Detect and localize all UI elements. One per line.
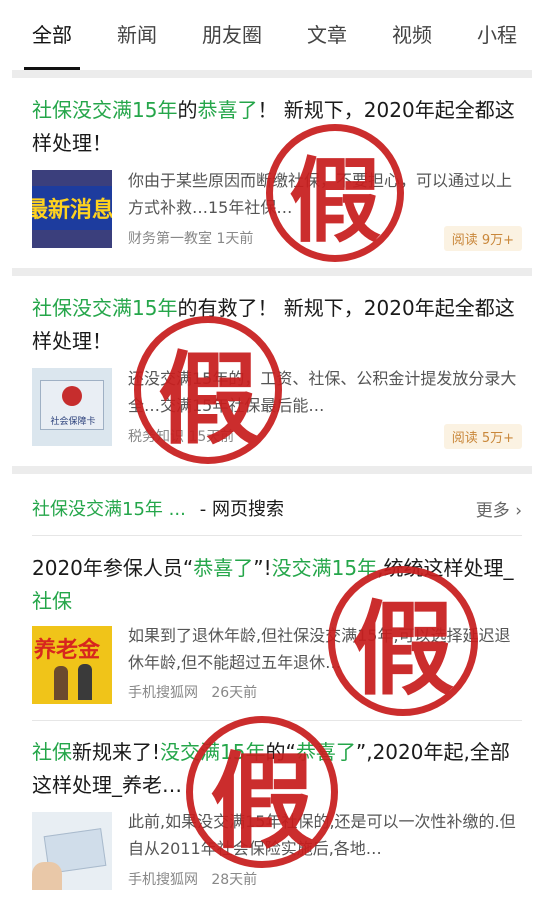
thumbnail-text: 养老金 bbox=[34, 638, 101, 663]
title-text: 新规来了! bbox=[72, 740, 161, 764]
source-name: 手机搜狐网 bbox=[128, 872, 198, 888]
highlighted-keyword: 社保没交满15年 bbox=[32, 98, 178, 122]
more-link[interactable]: 更多 › bbox=[476, 496, 522, 521]
tab-bar: 全部 新闻 朋友圈 文章 视频 小程 bbox=[0, 0, 550, 70]
read-count-badge: 阅读 9万+ bbox=[443, 226, 522, 251]
highlighted-keyword: 社保 bbox=[32, 589, 72, 613]
section-gap bbox=[12, 466, 532, 474]
source-name: 财务第一教室 bbox=[128, 231, 212, 247]
hand-image bbox=[32, 862, 62, 890]
article-source: 财务第一教室 1天前 bbox=[128, 228, 253, 248]
article-title[interactable]: 社保没交满15年的有救了！ 新规下，2020年起全都这样处理！ bbox=[32, 292, 522, 358]
fake-stamp: 假 bbox=[266, 124, 404, 262]
search-source-label: - 网页搜索 bbox=[199, 499, 285, 520]
stamp-text: 假 bbox=[209, 739, 314, 863]
highlighted-keyword: 恭喜了 bbox=[197, 98, 258, 122]
title-text: 的 bbox=[177, 98, 198, 122]
title-text: ”! bbox=[253, 556, 272, 580]
search-query: 社保没交满15年 ... bbox=[32, 499, 186, 520]
result-thumbnail: 养老金 bbox=[32, 626, 112, 704]
source-name: 手机搜狐网 bbox=[128, 685, 198, 701]
thumbnail-text: 最新消息 bbox=[32, 186, 112, 230]
article-thumbnail: 社会保障卡 bbox=[32, 368, 112, 446]
article-thumbnail: 最新消息 bbox=[32, 170, 112, 248]
result-source: 手机搜狐网 28天前 bbox=[128, 869, 257, 889]
highlighted-keyword: 社保没交满15年 bbox=[32, 296, 178, 320]
section-gap bbox=[12, 268, 532, 276]
tab-videos[interactable]: 视频 bbox=[392, 0, 432, 70]
result-source: 手机搜狐网 26天前 bbox=[128, 682, 257, 702]
tab-news[interactable]: 新闻 bbox=[117, 0, 157, 70]
read-count-badge: 阅读 5万+ bbox=[443, 424, 522, 449]
person-figure bbox=[54, 666, 68, 700]
fake-stamp: 假 bbox=[134, 316, 282, 464]
stamp-text: 假 bbox=[288, 146, 381, 255]
web-search-header[interactable]: 社保没交满15年 ... - 网页搜索 更多 › bbox=[32, 490, 522, 526]
tab-all[interactable]: 全部 bbox=[24, 0, 80, 70]
person-figure bbox=[78, 664, 92, 700]
post-time: 28天前 bbox=[211, 872, 258, 888]
tab-articles[interactable]: 文章 bbox=[307, 0, 347, 70]
highlighted-keyword: 恭喜了 bbox=[193, 556, 254, 580]
post-time: 1天前 bbox=[216, 231, 254, 247]
title-text: 2020年参保人员“ bbox=[32, 556, 194, 580]
post-time: 26天前 bbox=[211, 685, 258, 701]
thumbnail-text: 社会保障卡 bbox=[50, 417, 96, 427]
emblem-icon bbox=[62, 386, 82, 406]
result-thumbnail bbox=[32, 812, 112, 890]
tab-moments[interactable]: 朋友圈 bbox=[202, 0, 262, 70]
highlighted-keyword: 社保 bbox=[32, 740, 72, 764]
chevron-right-icon: › bbox=[515, 500, 522, 521]
section-gap bbox=[12, 70, 532, 78]
stamp-text: 假 bbox=[352, 589, 454, 710]
more-label: 更多 bbox=[475, 500, 510, 521]
article-title[interactable]: 社保没交满15年的恭喜了！ 新规下，2020年起全都这样处理！ bbox=[32, 94, 522, 160]
fake-stamp: 假 bbox=[328, 566, 478, 716]
fake-stamp: 假 bbox=[186, 716, 338, 868]
stamp-text: 假 bbox=[158, 339, 258, 458]
tab-miniprograms[interactable]: 小程 bbox=[477, 0, 517, 70]
divider bbox=[32, 535, 522, 536]
